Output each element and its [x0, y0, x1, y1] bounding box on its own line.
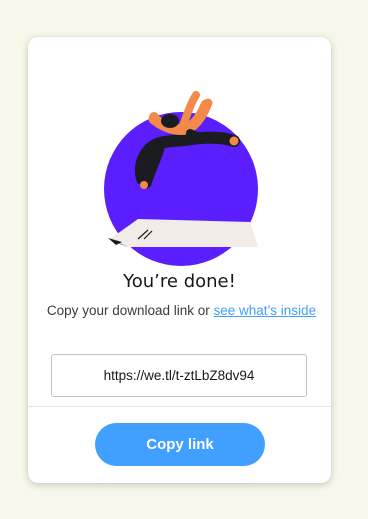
copy-link-button[interactable]: Copy link	[95, 423, 265, 466]
success-subtitle: Copy your download link or see what’s in…	[46, 301, 317, 321]
copy-link-label: Copy link	[146, 436, 214, 453]
see-whats-inside-link[interactable]: see what’s inside	[214, 303, 317, 318]
transfer-complete-card: You’re done! Copy your download link or …	[28, 37, 331, 483]
download-link-value: https://we.tl/t-ztLbZ8dv94	[103, 368, 255, 383]
subtitle-text: Copy your download link or	[46, 303, 214, 318]
person-jumping-illustration	[104, 91, 258, 266]
divider	[28, 406, 331, 407]
illustration-mat	[110, 219, 258, 247]
success-title: You’re done!	[123, 271, 236, 292]
download-link-field[interactable]: https://we.tl/t-ztLbZ8dv94	[51, 354, 307, 397]
